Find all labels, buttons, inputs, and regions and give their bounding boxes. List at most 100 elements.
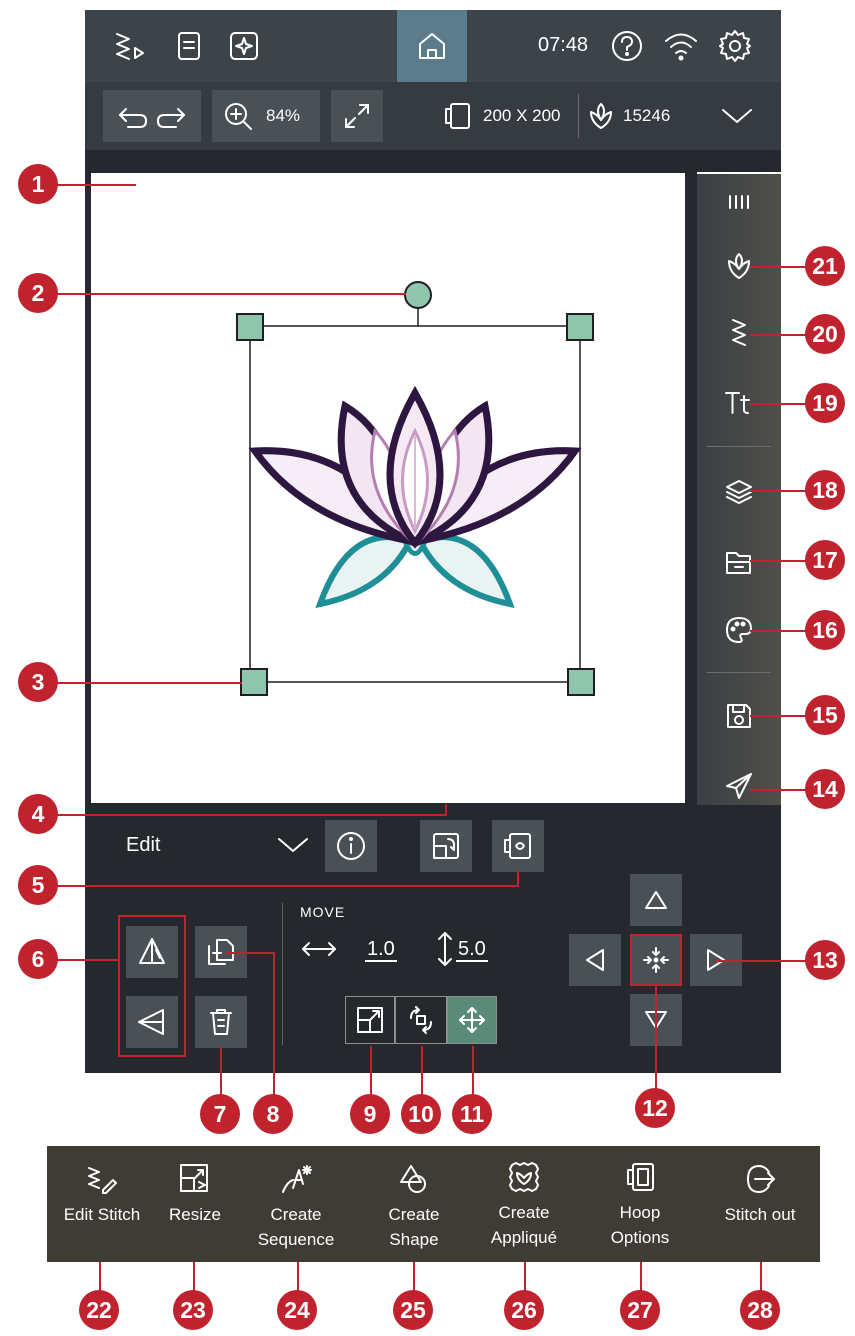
callout-line-10 [421, 1046, 423, 1098]
move-mode-button[interactable] [447, 996, 497, 1044]
sidebar-divider [707, 446, 771, 447]
ungroup-icon [433, 833, 459, 859]
create-sequence-button[interactable]: Create Sequence [248, 1146, 344, 1262]
nudge-left-button[interactable] [569, 934, 621, 986]
callout-badge-21: 21 [805, 246, 845, 286]
home-icon [419, 33, 445, 59]
rotate-handle[interactable] [404, 281, 432, 309]
grip-icon [729, 195, 749, 209]
sidebar-fonts[interactable] [697, 374, 781, 430]
clock: 07:48 [538, 34, 589, 56]
ungroup-button[interactable] [420, 820, 472, 872]
edit-stitch-label: Edit Stitch [63, 1205, 141, 1224]
create-applique-button[interactable]: Create Appliqué [474, 1146, 574, 1262]
redo-icon [157, 108, 185, 128]
move-y-value[interactable]: 5.0 [456, 938, 488, 962]
hoop-size-button[interactable]: 200 X 200 [443, 94, 573, 138]
callout-badge-28: 28 [740, 1290, 780, 1330]
zoom-in-icon [225, 103, 252, 130]
edit-mode-label: Edit [126, 834, 161, 856]
create-shape-label: Create Shape [388, 1205, 440, 1249]
fullscreen-button[interactable] [331, 90, 383, 142]
lotus-design [248, 385, 582, 608]
edit-mode-dropdown[interactable] [270, 822, 316, 868]
lotus-stitch-icon [590, 103, 612, 129]
callout-badge-16: 16 [805, 610, 845, 650]
hoop-icon [445, 103, 470, 129]
undo-redo-group [103, 90, 201, 142]
center-button[interactable] [630, 934, 682, 986]
delete-button[interactable] [195, 996, 247, 1048]
send-icon [726, 773, 752, 799]
callout-badge-11: 11 [452, 1094, 492, 1134]
guide-icon[interactable] [165, 22, 213, 70]
resize-handle-bottom-right[interactable] [567, 668, 595, 696]
hoop-select-button[interactable] [492, 820, 544, 872]
callout-badge-9: 9 [350, 1094, 390, 1134]
sidebar-layers[interactable] [697, 464, 781, 520]
callout-line-3 [40, 682, 242, 684]
callout-badge-23: 23 [173, 1290, 213, 1330]
callout-line-4 [40, 814, 446, 816]
callout-badge-15: 15 [805, 695, 845, 735]
callout-line-7 [220, 1047, 222, 1099]
stitch-out-button[interactable]: Stitch out [710, 1146, 810, 1262]
arrow-left-icon [586, 949, 604, 971]
resize-button[interactable]: Resize [150, 1146, 240, 1262]
rotate-mode-button[interactable] [395, 996, 447, 1044]
callout-line-8b [273, 952, 275, 1098]
callout-box-6 [118, 915, 186, 1057]
rotate-icon [410, 1006, 432, 1034]
font-icon [725, 392, 750, 414]
callout-badge-14: 14 [805, 769, 845, 809]
sidebar-grip[interactable] [697, 174, 781, 230]
edit-stitch-button[interactable]: Edit Stitch [52, 1146, 152, 1262]
expand-icon [345, 104, 369, 128]
zoom-button[interactable]: 84% [212, 90, 320, 142]
info-button[interactable] [325, 820, 377, 872]
wifi-icon[interactable] [659, 24, 703, 68]
resize-handle-top-right[interactable] [566, 313, 594, 341]
resize-handle-bottom-left[interactable] [240, 668, 268, 696]
move-icon [459, 1007, 485, 1033]
help-icon[interactable] [605, 24, 649, 68]
sidebar-open-file[interactable] [697, 534, 781, 590]
resize-icon [180, 1164, 208, 1192]
callout-line-4b [445, 804, 447, 816]
nudge-up-button[interactable] [630, 874, 682, 926]
settings-icon[interactable] [713, 24, 757, 68]
toolbar-expand-button[interactable] [714, 94, 760, 138]
callout-badge-3: 3 [18, 662, 58, 702]
move-label: MOVE [300, 904, 346, 920]
stitch-count-value: 15246 [623, 106, 671, 125]
create-shape-icon [400, 1165, 426, 1193]
callout-badge-25: 25 [393, 1290, 433, 1330]
info-icon [337, 832, 365, 860]
callout-badge-10: 10 [401, 1094, 441, 1134]
canvas-top-gap [85, 150, 781, 172]
hoop-options-button[interactable]: Hoop Options [590, 1146, 690, 1262]
callout-badge-8: 8 [253, 1094, 293, 1134]
hoop-size: 200 X 200 [483, 106, 561, 125]
toolbar-divider [578, 94, 579, 138]
vertical-arrow-icon [432, 928, 458, 970]
callout-line-8 [226, 952, 274, 954]
move-x-value[interactable]: 1.0 [365, 938, 397, 962]
stitch-out-icon [747, 1165, 775, 1193]
sidebar-divider [707, 672, 771, 673]
create-applique-icon [509, 1162, 539, 1192]
resize-handle-top-left[interactable] [236, 313, 264, 341]
folder-icon [726, 552, 751, 574]
create-sequence-label: Create Sequence [257, 1205, 335, 1249]
create-shape-button[interactable]: Create Shape [364, 1146, 464, 1262]
stitch-count: 15246 [585, 94, 695, 138]
callout-badge-12: 12 [635, 1088, 675, 1128]
stitch-menu-icon[interactable] [105, 22, 153, 70]
scale-mode-button[interactable] [345, 996, 395, 1044]
home-button[interactable] [397, 10, 467, 82]
design-sparkle-icon[interactable] [220, 22, 268, 70]
callout-badge-6: 6 [18, 939, 58, 979]
hoop-options-icon [627, 1163, 654, 1191]
hoop-options-label: Hoop Options [610, 1203, 670, 1247]
trash-icon [210, 1009, 232, 1035]
